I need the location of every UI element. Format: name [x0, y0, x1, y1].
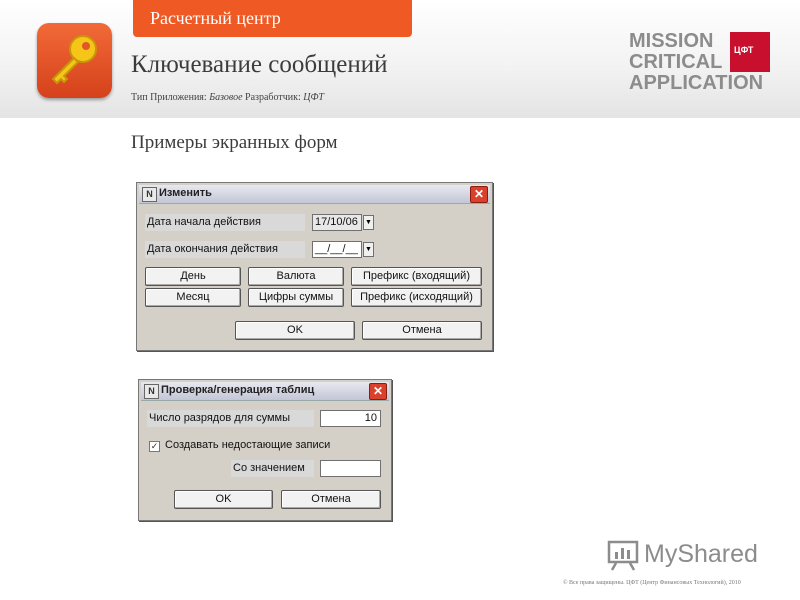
type-value: Базовое: [209, 92, 243, 103]
with-value-field[interactable]: [320, 460, 381, 477]
create-missing-label: Создавать недостающие записи: [165, 439, 331, 451]
cancel-button[interactable]: Отмена: [362, 321, 482, 340]
presentation-icon: [607, 540, 639, 571]
check-dialog-title: Проверка/генерация таблиц: [161, 384, 315, 396]
create-missing-checkbox[interactable]: ✓: [149, 441, 160, 452]
myshared-text: MyShared: [644, 540, 758, 568]
with-value-label: Со значением: [231, 460, 314, 477]
digits-label: Число разрядов для суммы: [147, 410, 314, 427]
end-date-field[interactable]: __/__/__: [312, 241, 362, 258]
header-tab: Расчетный центр: [133, 0, 412, 37]
logo-line-1: MISSION: [629, 30, 714, 52]
header-tab-label: Расчетный центр: [150, 8, 281, 28]
key-icon: [37, 23, 112, 98]
close-icon[interactable]: ✕: [470, 186, 488, 203]
logo-badge-text: ЦФТ: [734, 45, 754, 55]
edit-dialog-title: Изменить: [159, 187, 212, 199]
day-button[interactable]: День: [145, 267, 241, 286]
mission-critical-logo: MISSION CRITICAL APPLICATION ЦФТ: [629, 31, 771, 95]
cancel-button[interactable]: Отмена: [281, 490, 381, 509]
currency-button[interactable]: Валюта: [248, 267, 344, 286]
prefix-in-button[interactable]: Префикс (входящий): [351, 267, 482, 286]
close-icon[interactable]: ✕: [369, 383, 387, 400]
ok-button[interactable]: OK: [235, 321, 355, 340]
myshared-watermark: MyShared: [607, 538, 767, 572]
end-date-dropdown[interactable]: ▼: [363, 242, 374, 257]
digits-field[interactable]: 10: [320, 410, 381, 427]
edit-dialog: N Изменить ✕ Дата начала действия 17/10/…: [136, 182, 493, 351]
dev-value: ЦФТ: [303, 92, 324, 103]
month-button[interactable]: Месяц: [145, 288, 241, 307]
ok-button[interactable]: OK: [174, 490, 273, 509]
start-date-dropdown[interactable]: ▼: [363, 215, 374, 230]
start-date-label: Дата начала действия: [145, 214, 305, 231]
app-window-icon: N: [142, 187, 157, 202]
end-date-label: Дата окончания действия: [145, 241, 305, 258]
copyright-footer: © Все права защищены. ЦФТ (Центр Финансо…: [563, 580, 741, 586]
app-meta: Тип Приложения: Базовое Разработчик: ЦФТ: [131, 92, 324, 103]
dev-label: Разработчик:: [245, 92, 301, 103]
logo-line-2: CRITICAL: [629, 51, 723, 73]
start-date-field[interactable]: 17/10/06: [312, 214, 362, 231]
check-dialog: N Проверка/генерация таблиц ✕ Число разр…: [138, 379, 392, 521]
sum-digits-button[interactable]: Цифры суммы: [248, 288, 344, 307]
prefix-out-button[interactable]: Префикс (исходящий): [351, 288, 482, 307]
edit-dialog-titlebar[interactable]: N Изменить ✕: [139, 185, 490, 204]
page-title: Ключевание сообщений: [131, 51, 388, 78]
section-title: Примеры экранных форм: [131, 132, 338, 153]
check-dialog-titlebar[interactable]: N Проверка/генерация таблиц ✕: [141, 382, 389, 401]
logo-badge: ЦФТ: [730, 32, 770, 72]
logo-line-3: APPLICATION: [629, 72, 764, 94]
type-label: Тип Приложения:: [131, 92, 207, 103]
app-window-icon: N: [144, 384, 159, 399]
